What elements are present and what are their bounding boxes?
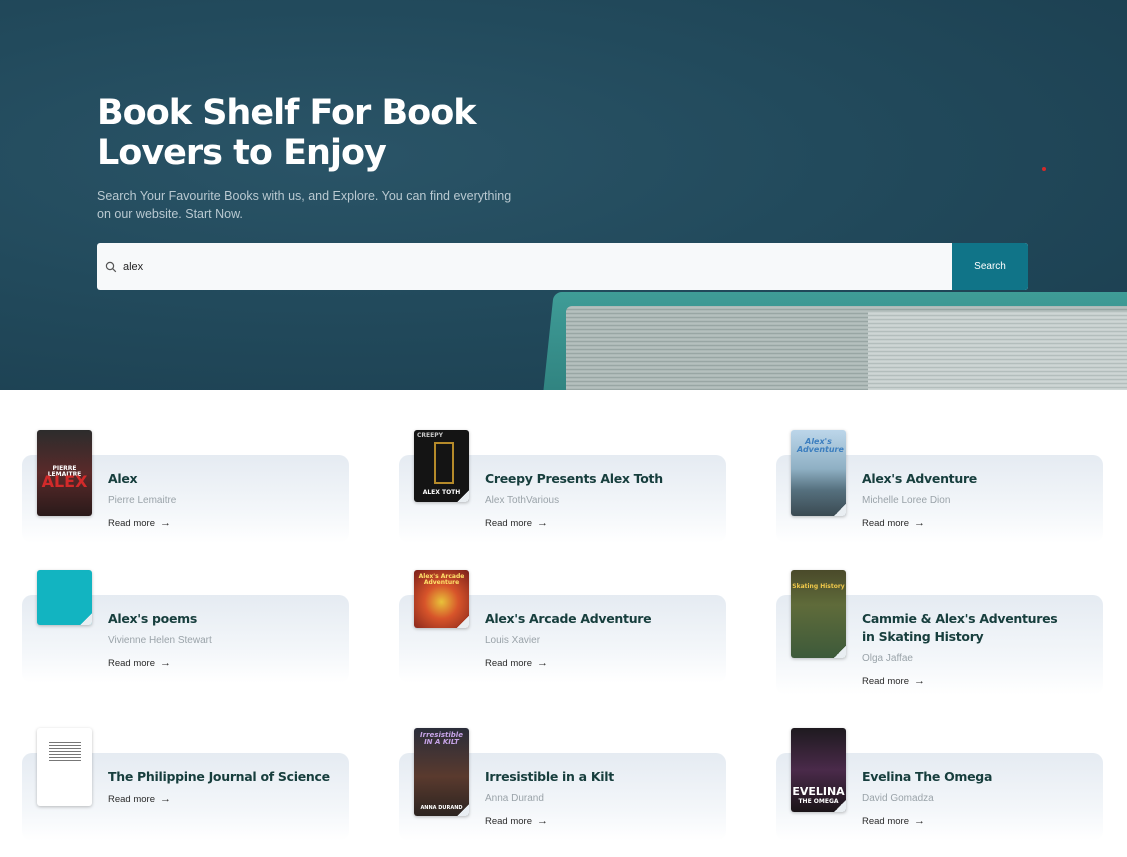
search-input[interactable] (123, 243, 952, 290)
book-author: Pierre Lemaitre (108, 495, 177, 506)
read-more-link[interactable]: Read more → (108, 657, 171, 669)
book-author: Michelle Loree Dion (862, 495, 951, 506)
book-title[interactable]: Creepy Presents Alex Toth (485, 470, 715, 488)
book-title[interactable]: Irresistible in a Kilt (485, 768, 715, 786)
hero-book-pages-lower (868, 312, 1127, 390)
arrow-right-icon: → (914, 675, 925, 687)
book-cover[interactable]: PIERRE LEMAITRE ALEX (37, 430, 92, 516)
cover-page-curl (457, 804, 469, 816)
read-more-label: Read more (485, 815, 532, 827)
book-cover[interactable] (37, 570, 92, 625)
cover-title-text: Skating History (792, 583, 845, 590)
read-more-label: Read more (108, 657, 155, 669)
read-more-link[interactable]: Read more → (485, 657, 548, 669)
book-author: Anna Durand (485, 793, 544, 804)
read-more-link[interactable]: Read more → (108, 793, 171, 805)
search-button[interactable]: Search (952, 243, 1028, 290)
read-more-label: Read more (862, 517, 909, 529)
cover-title-text: ALEX (41, 472, 88, 491)
book-title[interactable]: Alex's poems (108, 610, 338, 628)
arrow-right-icon: → (160, 517, 171, 529)
cover-page-curl (457, 616, 469, 628)
read-more-label: Read more (862, 675, 909, 687)
book-cover[interactable]: EVELINA THE OMEGA (791, 728, 846, 812)
cover-title-text: Irresistible IN A KILT (420, 731, 463, 746)
book-card[interactable]: Skating History Cammie & Alex's Adventur… (776, 570, 1103, 695)
book-title[interactable]: Cammie & Alex's Adventures in Skating Hi… (862, 610, 1062, 646)
read-more-link[interactable]: Read more → (862, 675, 925, 687)
book-card[interactable]: PIERRE LEMAITRE ALEX Alex Pierre Lemaitr… (22, 430, 349, 545)
search-results: PIERRE LEMAITRE ALEX Alex Pierre Lemaitr… (0, 390, 1127, 857)
cover-page-curl (834, 800, 846, 812)
book-cover[interactable]: Irresistible IN A KILT ANNA DURAND (414, 728, 469, 816)
book-title[interactable]: Alex (108, 470, 338, 488)
book-cover[interactable] (37, 728, 92, 806)
arrow-right-icon: → (914, 517, 925, 529)
book-card[interactable]: CREEPY ALEX TOTH Creepy Presents Alex To… (399, 430, 726, 545)
read-more-label: Read more (485, 517, 532, 529)
book-card[interactable]: Alex's Arcade Adventure Alex's Arcade Ad… (399, 570, 726, 685)
book-card[interactable]: Alex's Adventure Alex's Adventure Michel… (776, 430, 1103, 545)
read-more-label: Read more (485, 657, 532, 669)
read-more-link[interactable]: Read more → (485, 815, 548, 827)
read-more-label: Read more (108, 517, 155, 529)
book-title[interactable]: Alex's Arcade Adventure (485, 610, 715, 628)
book-author: Vivienne Helen Stewart (108, 635, 212, 646)
arrow-right-icon: → (537, 517, 548, 529)
book-card[interactable]: Irresistible IN A KILT ANNA DURAND Irres… (399, 728, 726, 843)
cover-title-text: Alex's Arcade Adventure (418, 573, 465, 586)
book-cover[interactable]: Skating History (791, 570, 846, 658)
search-bar: Search (97, 243, 1028, 290)
book-title[interactable]: Alex's Adventure (862, 470, 1092, 488)
decorative-dot (1042, 167, 1046, 171)
read-more-label: Read more (108, 793, 155, 805)
hero-banner: Book Shelf For Book Lovers to Enjoy Sear… (0, 0, 1127, 390)
book-title[interactable]: The Philippine Journal of Science (108, 768, 338, 786)
read-more-label: Read more (862, 815, 909, 827)
book-title[interactable]: Evelina The Omega (862, 768, 1092, 786)
read-more-link[interactable]: Read more → (485, 517, 548, 529)
cover-page-curl (834, 646, 846, 658)
cover-page-curl (80, 613, 92, 625)
read-more-link[interactable]: Read more → (862, 815, 925, 827)
page-title: Book Shelf For Book Lovers to Enjoy (97, 93, 477, 173)
cover-title-text: Alex's Adventure (797, 437, 844, 454)
book-card[interactable]: EVELINA THE OMEGA Evelina The Omega Davi… (776, 728, 1103, 843)
cover-page-curl (457, 490, 469, 502)
cover-page-curl (834, 504, 846, 516)
cover-title-text: EVELINA (792, 785, 845, 798)
book-card[interactable]: Alex's poems Vivienne Helen Stewart Read… (22, 570, 349, 685)
arrow-right-icon: → (537, 815, 548, 827)
book-author: Alex TothVarious (485, 495, 560, 506)
book-author: David Gomadza (862, 793, 934, 804)
cover-text-lines (49, 742, 81, 762)
book-cover[interactable]: CREEPY ALEX TOTH (414, 430, 469, 502)
arrow-right-icon: → (160, 657, 171, 669)
read-more-link[interactable]: Read more → (862, 517, 925, 529)
book-author: Louis Xavier (485, 635, 541, 646)
cover-door-art (434, 442, 454, 484)
arrow-right-icon: → (160, 793, 171, 805)
hero-subtitle: Search Your Favourite Books with us, and… (97, 189, 512, 221)
book-cover[interactable]: Alex's Arcade Adventure (414, 570, 469, 628)
book-card[interactable]: The Philippine Journal of Science Read m… (22, 728, 349, 843)
book-author: Olga Jaffae (862, 653, 913, 664)
arrow-right-icon: → (537, 657, 548, 669)
search-icon (97, 261, 123, 273)
cover-brand-text: CREEPY (417, 432, 443, 439)
arrow-right-icon: → (914, 815, 925, 827)
book-cover[interactable]: Alex's Adventure (791, 430, 846, 516)
read-more-link[interactable]: Read more → (108, 517, 171, 529)
